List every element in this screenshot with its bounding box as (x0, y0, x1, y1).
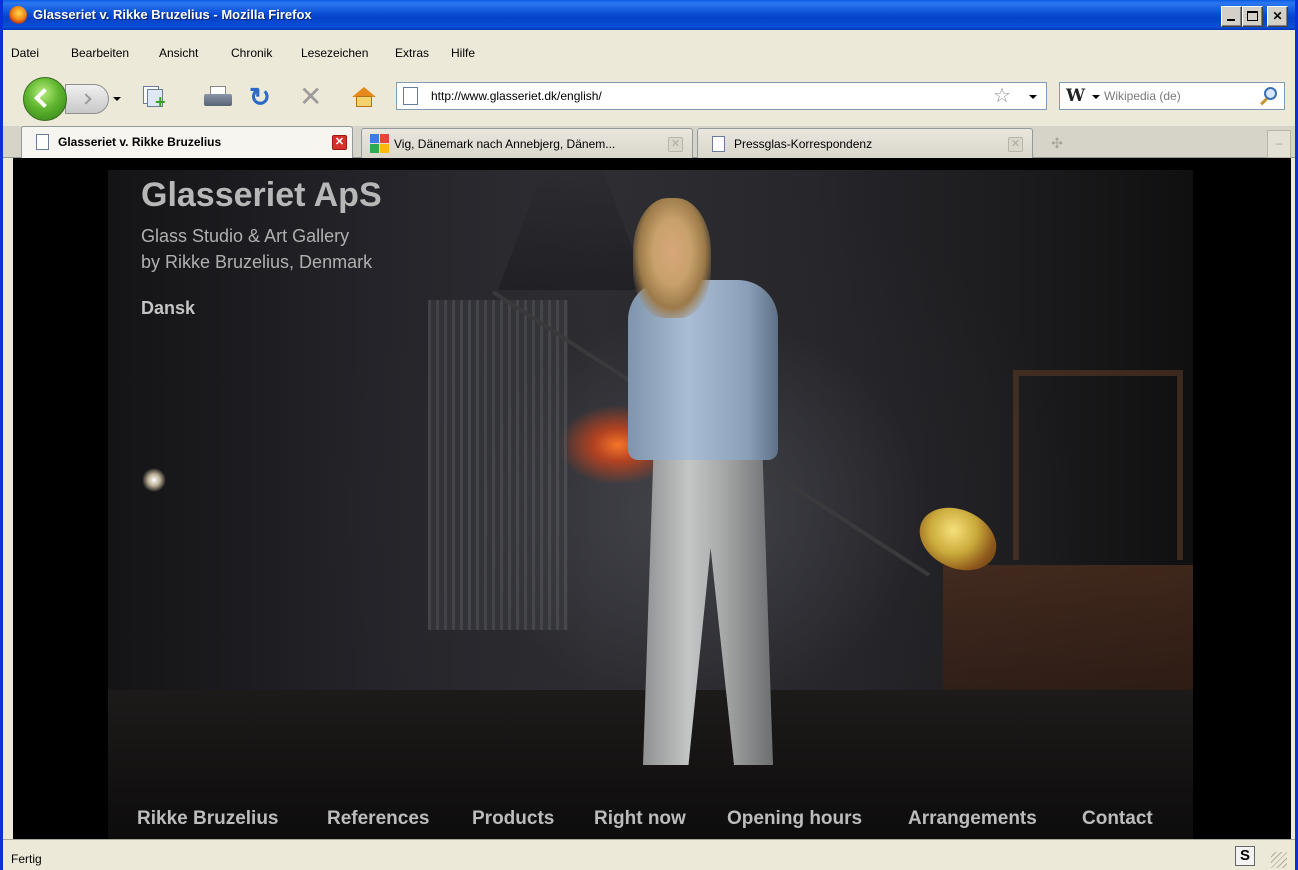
menu-hilfe[interactable]: Hilfe (451, 46, 475, 60)
menu-bearbeiten[interactable]: Bearbeiten (71, 46, 129, 60)
forward-button[interactable] (65, 84, 109, 114)
new-tab-icon: + (155, 92, 166, 112)
close-window-button[interactable]: ✕ (1267, 6, 1288, 27)
firefox-icon (9, 6, 27, 24)
nav-arrangements[interactable]: Arrangements (908, 808, 1037, 830)
tab-label: Vig, Dänemark nach Annebjerg, Dänem... (394, 137, 616, 151)
nav-contact[interactable]: Contact (1082, 808, 1153, 830)
reload-icon: ↻ (249, 82, 271, 112)
window-title: Glasseriet v. Rikke Bruzelius - Mozilla … (33, 7, 312, 22)
menu-lesezeichen[interactable]: Lesezeichen (301, 46, 368, 60)
nav-opening-hours[interactable]: Opening hours (727, 808, 862, 830)
status-text: Fertig (11, 852, 42, 866)
site-subtitle: Glass Studio & Art Gallery (141, 226, 350, 246)
resize-grip-icon[interactable] (1271, 852, 1287, 868)
site-subtitle-author: by Rikke Bruzelius, Denmark (141, 252, 373, 272)
search-input[interactable] (1104, 89, 1254, 103)
back-button[interactable] (23, 77, 67, 121)
site-title: Glasseriet ApS (141, 176, 382, 214)
url-dropdown-icon[interactable] (1029, 95, 1037, 99)
tab-label: Pressglas-Korrespondenz (734, 137, 873, 151)
browser-window: Glasseriet v. Rikke Bruzelius - Mozilla … (0, 0, 1298, 870)
tab-close-icon[interactable]: ✕ (668, 137, 683, 152)
back-arrow-icon (34, 88, 54, 108)
menu-extras[interactable]: Extras (395, 46, 429, 60)
home-button[interactable] (351, 84, 379, 110)
close-icon: ✕ (1272, 9, 1283, 23)
page-icon (712, 136, 725, 152)
address-bar[interactable]: http://www.glasseriet.dk/english/ ☆ (396, 82, 1047, 110)
tab-glasseriet[interactable]: Glasseriet v. Rikke Bruzelius ✕ (21, 126, 353, 158)
tab-pressglas[interactable]: Pressglas-Korrespondenz ✕ (697, 128, 1033, 158)
print-icon (204, 94, 232, 106)
menu-bar: Datei Bearbeiten Ansicht Chronik Lesezei… (3, 30, 1295, 70)
search-bar[interactable]: W (1059, 82, 1285, 110)
open-new-tab-button[interactable]: ✣ (1037, 130, 1077, 158)
url-text[interactable]: http://www.glasseriet.dk/english/ (431, 89, 602, 103)
statusbar-s-icon[interactable]: S (1235, 846, 1255, 866)
wikipedia-icon[interactable]: W (1066, 86, 1085, 106)
menu-chronik[interactable]: Chronik (231, 46, 272, 60)
nav-rikke-bruzelius[interactable]: Rikke Bruzelius (137, 808, 279, 830)
language-link-dansk[interactable]: Dansk (141, 298, 195, 319)
new-tab-icon: ✣ (1051, 135, 1063, 151)
tab-strip: Glasseriet v. Rikke Bruzelius ✕ Vig, Dän… (3, 126, 1295, 158)
tabs-menu-icon: – (1275, 136, 1283, 150)
list-all-tabs-button[interactable]: – (1267, 130, 1291, 158)
navigation-toolbar: + ↻ ✕ http://www.glasseriet.dk/english/ … (3, 70, 1295, 126)
minimize-icon (1227, 19, 1235, 21)
maximize-button[interactable] (1242, 6, 1263, 27)
search-magnifier-icon[interactable] (1258, 86, 1280, 108)
status-bar: Fertig S (3, 839, 1295, 870)
menu-datei[interactable]: Datei (11, 46, 39, 60)
tab-close-icon[interactable]: ✕ (332, 135, 347, 150)
print-button[interactable] (203, 84, 232, 110)
stop-button[interactable]: ✕ (299, 81, 327, 112)
site-navigation: Rikke Bruzelius References Products Righ… (108, 798, 1193, 834)
forward-arrow-icon (80, 93, 92, 105)
search-engine-dropdown-icon[interactable] (1092, 95, 1100, 99)
title-bar[interactable]: Glasseriet v. Rikke Bruzelius - Mozilla … (3, 0, 1295, 30)
page-viewport: Glasseriet ApS Glass Studio & Art Galler… (13, 158, 1291, 839)
menu-ansicht[interactable]: Ansicht (159, 46, 198, 60)
history-dropdown-icon[interactable] (113, 97, 121, 101)
nav-right-now[interactable]: Right now (594, 808, 686, 830)
bookmark-star-icon[interactable]: ☆ (993, 85, 1011, 107)
stop-icon: ✕ (299, 81, 323, 112)
new-tab-button[interactable]: + (141, 84, 169, 112)
nav-references[interactable]: References (327, 808, 429, 830)
maximize-icon (1247, 11, 1258, 21)
tab-label: Glasseriet v. Rikke Bruzelius (58, 135, 222, 149)
page-icon (36, 134, 49, 150)
page-icon (403, 87, 418, 105)
nav-products[interactable]: Products (472, 808, 554, 830)
reload-button[interactable]: ↻ (249, 84, 277, 110)
minimize-button[interactable] (1221, 6, 1242, 27)
google-icon (370, 134, 390, 154)
tab-vig-map[interactable]: Vig, Dänemark nach Annebjerg, Dänem... ✕ (361, 128, 693, 158)
tab-close-icon[interactable]: ✕ (1008, 137, 1023, 152)
